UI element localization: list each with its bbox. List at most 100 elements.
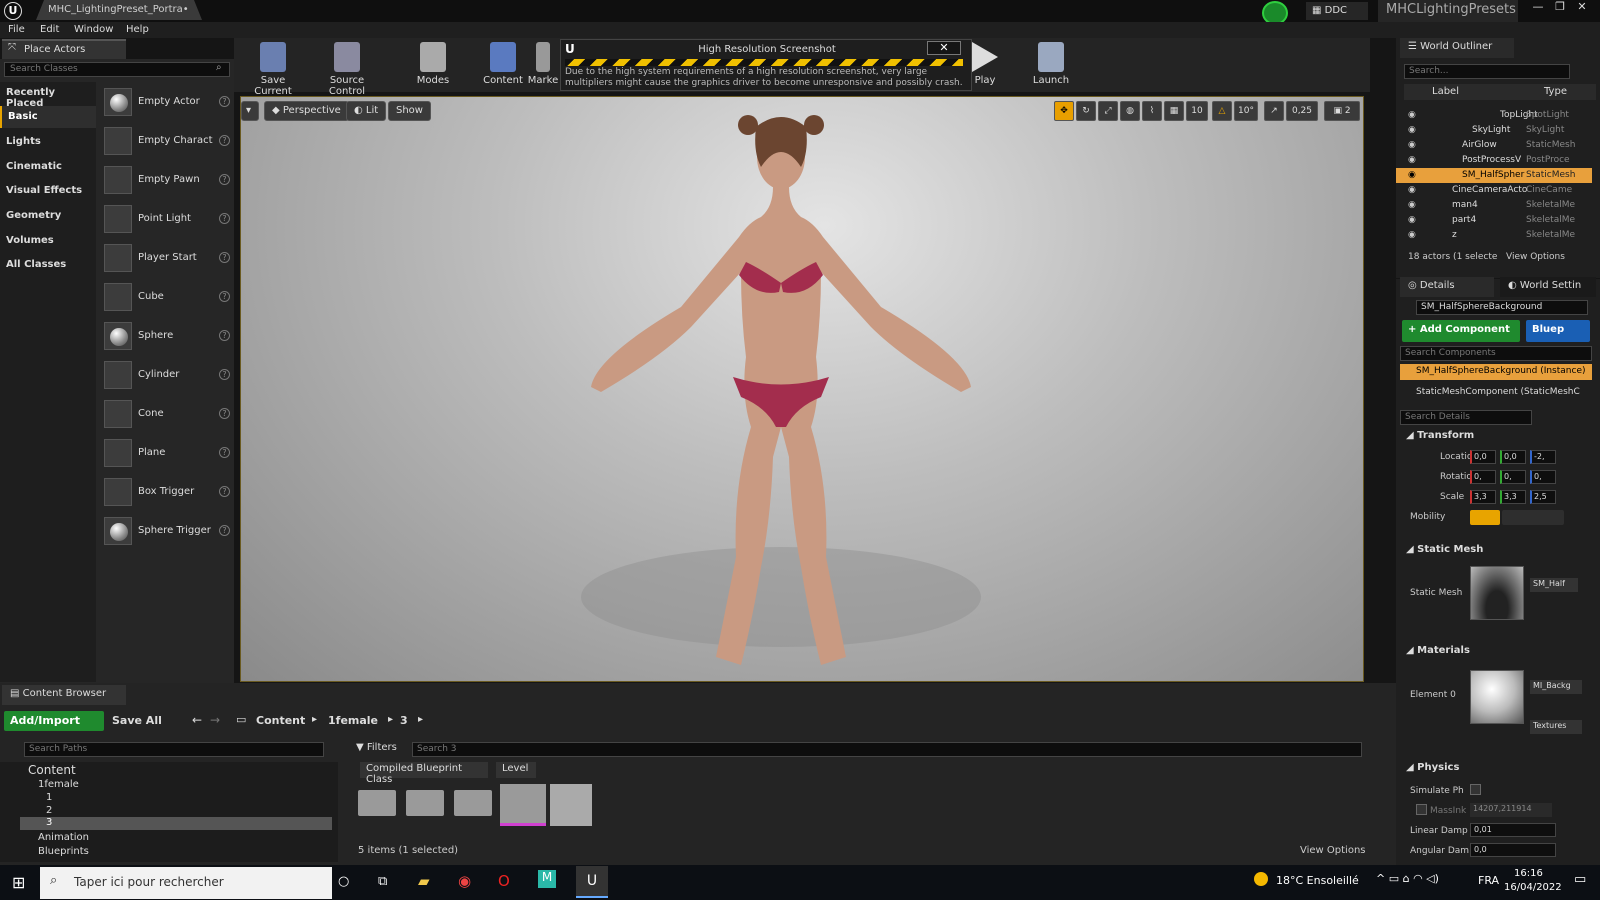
close-window-button[interactable]: ✕ (1572, 0, 1592, 14)
level-viewport[interactable] (240, 96, 1364, 682)
search-details-input[interactable]: Search Details (1400, 410, 1532, 425)
category-volumes[interactable]: Volumes (0, 230, 96, 252)
actor-cylinder[interactable]: Cylinder? (104, 361, 230, 395)
outliner-row[interactable]: ◉ z SkeletalMe (1396, 228, 1592, 243)
search-classes-input[interactable]: Search Classes (4, 62, 230, 77)
menu-edit[interactable]: Edit (40, 24, 59, 35)
tab-place-actors[interactable]: Place Actors (2, 39, 126, 59)
asset-character-selected[interactable] (500, 784, 546, 826)
help-icon[interactable]: ? (219, 213, 230, 224)
search-components-input[interactable]: Search Components (1400, 346, 1592, 361)
unreal-taskbar-icon[interactable]: U (576, 866, 608, 898)
mobility-static-toggle[interactable] (1470, 510, 1500, 525)
breadcrumb-1female[interactable]: 1female (328, 714, 378, 727)
help-icon[interactable]: ? (219, 252, 230, 263)
search-paths-input[interactable]: Search Paths (24, 742, 324, 757)
tab-world-outliner[interactable]: ☰ World Outliner (1400, 38, 1514, 58)
language-indicator[interactable]: FRA (1478, 874, 1499, 887)
help-icon[interactable]: ? (219, 330, 230, 341)
content-button[interactable]: Content (472, 40, 534, 90)
filter-chip-blueprint[interactable]: Compiled Blueprint Class (360, 762, 488, 785)
rotation-y-field[interactable]: 0, (1500, 470, 1526, 484)
help-icon[interactable]: ? (219, 408, 230, 419)
rotation-x-field[interactable]: 0, (1470, 470, 1496, 484)
tab-details[interactable]: ◎ Details (1400, 277, 1494, 297)
actor-cone[interactable]: Cone? (104, 400, 230, 434)
eye-icon[interactable]: ◉ (1408, 185, 1416, 195)
asset-search-input[interactable]: Search 3 (412, 742, 1362, 757)
outliner-row[interactable]: ◉ PostProcessV PostProce (1396, 153, 1592, 168)
scale-x-field[interactable]: 3,3 (1470, 490, 1496, 504)
outliner-row[interactable]: ◉ SkyLight SkyLight (1396, 123, 1592, 138)
tree-1female[interactable]: 1female (38, 779, 79, 790)
column-type[interactable]: Type (1544, 86, 1567, 97)
filter-chip-level[interactable]: Level (496, 762, 536, 778)
help-icon[interactable]: ? (219, 369, 230, 380)
grid-size-value[interactable]: 10 (1186, 101, 1208, 121)
show-button[interactable]: Show (388, 101, 431, 121)
outliner-row-selected[interactable]: ◉ SM_HalfSpher StaticMesh (1396, 168, 1592, 183)
help-icon[interactable]: ? (219, 96, 230, 107)
actor-sphere-trigger[interactable]: Sphere Trigger? (104, 517, 230, 551)
tree-blueprints[interactable]: Blueprints (38, 846, 89, 857)
mobility-movable-toggle[interactable] (1502, 510, 1564, 525)
lit-button[interactable]: ◐ Lit (346, 101, 387, 121)
menu-help[interactable]: Help (126, 24, 149, 35)
back-arrow-icon[interactable]: ← (192, 713, 202, 727)
notification-close-button[interactable]: ✕ (927, 41, 961, 55)
ddc-indicator[interactable]: ▦ DDC (1306, 2, 1368, 20)
category-visual-effects[interactable]: Visual Effects (0, 180, 96, 202)
camera-speed-button[interactable]: ▣ 2 (1324, 101, 1360, 121)
maximize-button[interactable]: ❐ (1550, 0, 1570, 14)
surface-snap-icon[interactable]: ⌇ (1142, 101, 1162, 121)
filters-button[interactable]: ▼ Filters (356, 742, 397, 753)
save-current-button[interactable]: Save Current (242, 40, 304, 97)
eye-icon[interactable]: ◉ (1408, 230, 1416, 240)
clock-date[interactable]: 16/04/2022 (1504, 882, 1562, 893)
material-picker-dropdown[interactable]: MI_Backg (1530, 680, 1582, 694)
file-explorer-icon[interactable]: ▰ (418, 872, 430, 890)
actor-empty-actor[interactable]: Empty Actor? (104, 88, 230, 122)
outliner-view-options[interactable]: View Options (1506, 252, 1565, 262)
add-component-button[interactable]: + Add Component (1402, 320, 1520, 342)
eye-icon[interactable]: ◉ (1408, 110, 1416, 120)
eye-icon[interactable]: ◉ (1408, 140, 1416, 150)
launch-button[interactable]: Launch (1020, 40, 1082, 90)
material-thumbnail[interactable] (1470, 670, 1524, 724)
category-cinematic[interactable]: Cinematic (0, 156, 96, 178)
rotate-icon[interactable]: ↻ (1076, 101, 1096, 121)
minimize-button[interactable]: — (1528, 0, 1548, 14)
forward-arrow-icon[interactable]: → (210, 713, 220, 727)
linear-damping-field[interactable]: 0,01 (1470, 823, 1556, 837)
actor-empty-character[interactable]: Empty Charact? (104, 127, 230, 161)
mesh-picker-dropdown[interactable]: SM_Half (1530, 578, 1578, 592)
eye-icon[interactable]: ◉ (1408, 125, 1416, 135)
help-icon[interactable]: ? (219, 174, 230, 185)
category-geometry[interactable]: Geometry (0, 205, 96, 227)
tab-content-browser[interactable]: ▤ Content Browser (2, 685, 126, 705)
tree-folder-3-selected[interactable]: 3 (20, 817, 332, 830)
actor-empty-pawn[interactable]: Empty Pawn? (104, 166, 230, 200)
eye-icon[interactable]: ◉ (1408, 215, 1416, 225)
section-materials[interactable]: ◢ Materials (1400, 643, 1590, 661)
tab-world-settings[interactable]: ◐ World Settin (1500, 277, 1596, 297)
cb-view-options[interactable]: View Options (1300, 845, 1366, 856)
actor-plane[interactable]: Plane? (104, 439, 230, 473)
actor-player-start[interactable]: Player Start? (104, 244, 230, 278)
mass-field[interactable]: 14207,211914 (1470, 803, 1552, 817)
category-recently-placed[interactable]: Recently Placed (0, 82, 96, 109)
weather-text[interactable]: 18°C Ensoleillé (1276, 874, 1359, 887)
tree-folder-1[interactable]: 1 (46, 792, 52, 803)
static-mesh-component-row[interactable]: StaticMeshComponent (StaticMeshC (1416, 387, 1592, 397)
scale-y-field[interactable]: 3,3 (1500, 490, 1526, 504)
category-basic[interactable]: Basic (0, 106, 96, 128)
scale-snap-value[interactable]: 0,25 (1286, 101, 1318, 121)
source-control-button[interactable]: Source Control (312, 40, 382, 97)
add-import-button[interactable]: Add/Import (4, 711, 104, 731)
scale-icon[interactable]: ⤢ (1098, 101, 1118, 121)
windows-start-icon[interactable]: ⊞ (12, 873, 25, 892)
scale-snap-icon[interactable]: ↗ (1264, 101, 1284, 121)
asset-character[interactable] (550, 784, 592, 826)
help-icon[interactable]: ? (219, 135, 230, 146)
section-transform[interactable]: ◢ Transform (1400, 428, 1590, 446)
